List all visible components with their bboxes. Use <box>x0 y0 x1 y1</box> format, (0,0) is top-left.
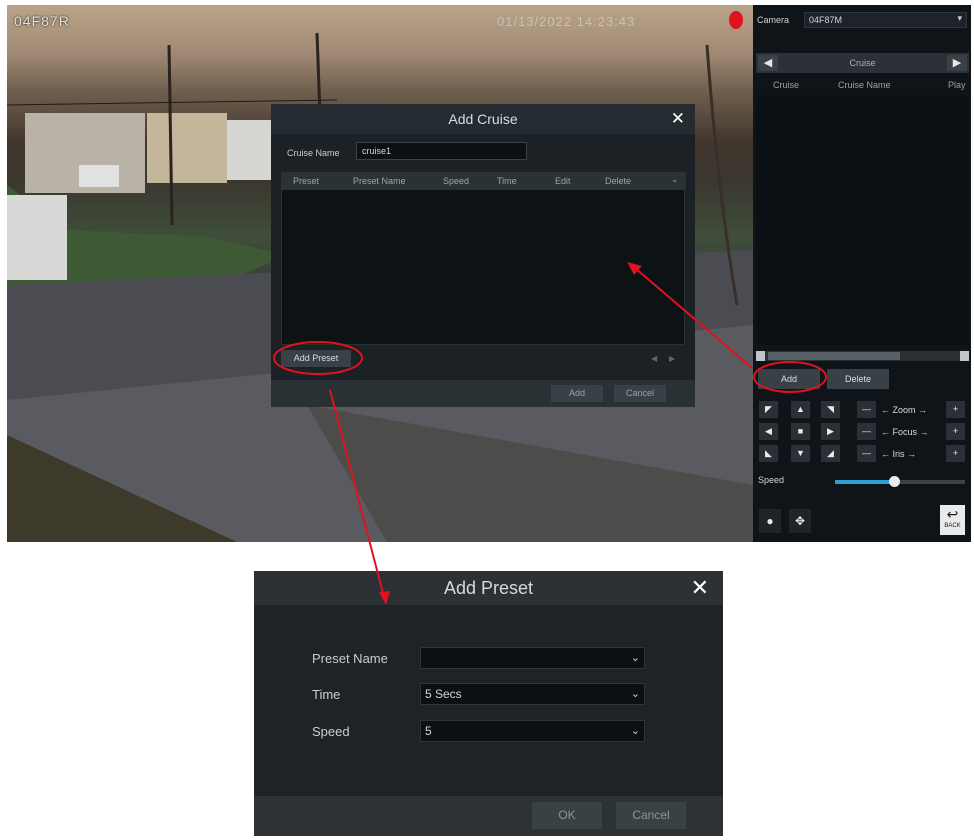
arrow-to-table-line <box>634 267 753 369</box>
add-button-highlight-ellipse <box>753 361 827 393</box>
arrow-to-preset-dialog-line <box>329 389 385 598</box>
add-preset-highlight-ellipse <box>273 341 363 375</box>
arrow-to-preset-dialog-head <box>379 591 390 605</box>
annotation-overlay <box>273 262 827 605</box>
